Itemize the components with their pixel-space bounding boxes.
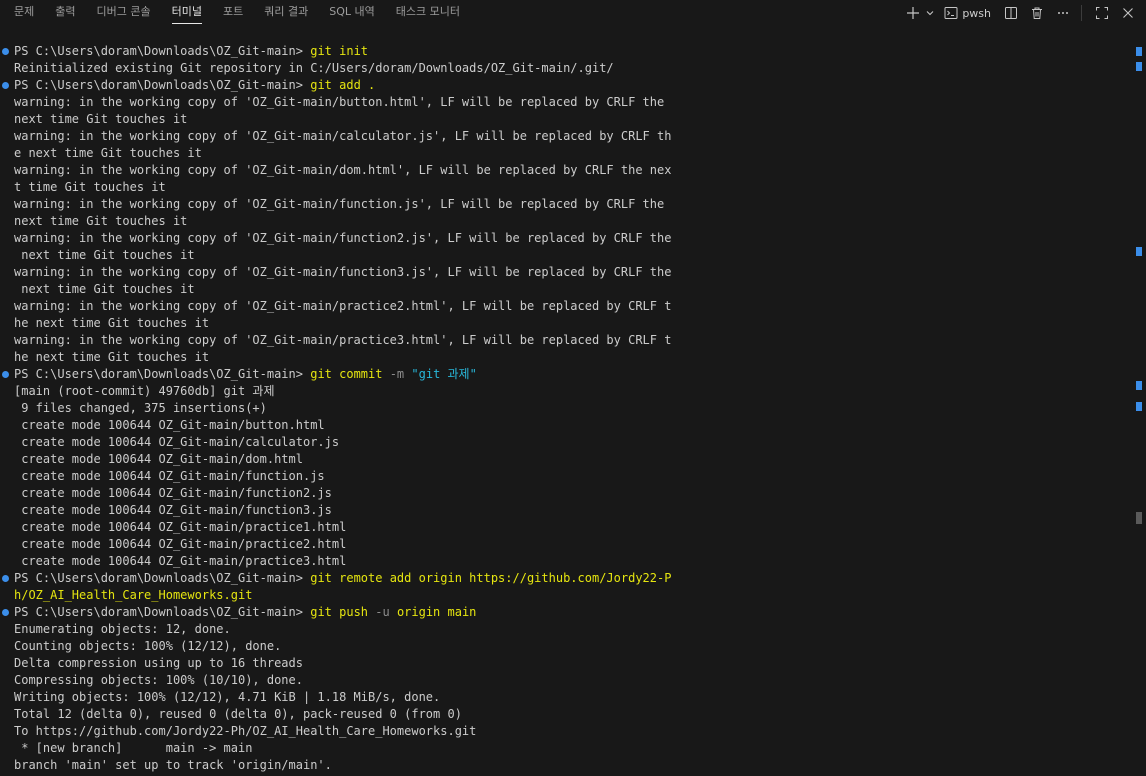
output-line: t time Git touches it: [14, 180, 166, 194]
tab-1[interactable]: 출력: [55, 0, 75, 26]
more-icon: [1058, 12, 1068, 14]
prompt-line: PS C:\Users\doram\Downloads\OZ_Git-main>…: [0, 604, 1132, 621]
output-line: warning: in the working copy of 'OZ_Git-…: [14, 197, 665, 211]
output-line: he next time Git touches it: [14, 350, 210, 364]
panel-actions: pwsh: [897, 0, 1138, 26]
output-line: create mode 100644 OZ_Git-main/function3…: [14, 503, 332, 517]
plus-icon: [907, 7, 920, 19]
command-wrap-line: h/OZ_AI_Health_Care_Homeworks.git: [14, 588, 253, 602]
output-line: create mode 100644 OZ_Git-main/function2…: [14, 486, 332, 500]
output-line: warning: in the working copy of 'OZ_Git-…: [14, 231, 672, 245]
command-token: "git 과제": [411, 367, 477, 381]
tab-2[interactable]: 디버그 콘솔: [97, 0, 151, 26]
output-line: next time Git touches it: [14, 112, 188, 126]
panel-tabs: 문제 출력 디버그 콘솔 터미널 포트 쿼리 결과 SQL 내역 태스크 모니터: [0, 0, 481, 26]
output-line: 9 files changed, 375 insertions(+): [14, 401, 267, 415]
output-line: warning: in the working copy of 'OZ_Git-…: [14, 299, 672, 313]
command-marker: [1136, 381, 1142, 390]
terminal-output[interactable]: PS C:\Users\doram\Downloads\OZ_Git-main>…: [0, 43, 1132, 776]
output-line: create mode 100644 OZ_Git-main/practice2…: [14, 537, 347, 551]
prompt-text: PS C:\Users\doram\Downloads\OZ_Git-main>: [14, 367, 311, 381]
command-decoration-icon[interactable]: [2, 48, 9, 55]
prompt-line: PS C:\Users\doram\Downloads\OZ_Git-main>…: [0, 77, 1132, 94]
tab-3[interactable]: 터미널: [171, 0, 203, 26]
kill-terminal-button[interactable]: [1027, 2, 1047, 24]
output-line: warning: in the working copy of 'OZ_Git-…: [14, 163, 672, 177]
output-line: warning: in the working copy of 'OZ_Git-…: [14, 129, 672, 143]
maximize-panel-button[interactable]: [1092, 2, 1112, 24]
close-panel-button[interactable]: [1118, 2, 1138, 24]
output-line: Enumerating objects: 12, done.: [14, 622, 231, 636]
output-line: create mode 100644 OZ_Git-main/calculato…: [14, 435, 340, 449]
chevron-down-icon: [926, 11, 934, 16]
terminal-scrollbar[interactable]: [1132, 26, 1146, 776]
tab-5[interactable]: 쿼리 결과: [264, 0, 308, 26]
output-line: Delta compression using up to 16 threads: [14, 656, 303, 670]
prompt-text: PS C:\Users\doram\Downloads\OZ_Git-main>: [14, 571, 311, 585]
command-marker: [1136, 62, 1142, 71]
output-line: create mode 100644 OZ_Git-main/button.ht…: [14, 418, 325, 432]
command-marker: [1136, 47, 1142, 56]
prompt-line: PS C:\Users\doram\Downloads\OZ_Git-main>…: [0, 43, 1132, 60]
output-line: warning: in the working copy of 'OZ_Git-…: [14, 95, 665, 109]
shell-selector-button[interactable]: pwsh: [944, 2, 991, 24]
prompt-text: PS C:\Users\doram\Downloads\OZ_Git-main>: [14, 605, 311, 619]
command-token: origin main: [396, 605, 477, 619]
output-line: next time Git touches it: [14, 282, 195, 296]
output-line: Counting objects: 100% (12/12), done.: [14, 639, 282, 653]
output-line: create mode 100644 OZ_Git-main/dom.html: [14, 452, 303, 466]
terminal-dropdown-button[interactable]: [924, 2, 936, 24]
output-line: To https://github.com/Jordy22-Ph/OZ_AI_H…: [14, 724, 477, 738]
command-token: -u: [375, 605, 397, 619]
terminal-icon: [944, 7, 958, 19]
output-line: Compressing objects: 100% (10/10), done.: [14, 673, 303, 687]
command-marker: [1136, 247, 1142, 256]
output-line: Writing objects: 100% (12/12), 4.71 KiB …: [14, 690, 441, 704]
output-line: create mode 100644 OZ_Git-main/function.…: [14, 469, 325, 483]
prompt-text: PS C:\Users\doram\Downloads\OZ_Git-main>: [14, 78, 311, 92]
split-icon: [1005, 7, 1017, 19]
scrollbar-thumb[interactable]: [1136, 512, 1142, 524]
split-terminal-button[interactable]: [1001, 2, 1021, 24]
tab-7[interactable]: 태스크 모니터: [396, 0, 460, 26]
command-token: git push: [310, 605, 376, 619]
new-terminal-button[interactable]: [903, 2, 923, 24]
close-icon: [1123, 8, 1133, 18]
more-actions-button[interactable]: [1053, 2, 1073, 24]
output-line: branch 'main' set up to track 'origin/ma…: [14, 758, 332, 772]
tab-0[interactable]: 문제: [14, 0, 34, 26]
tab-4[interactable]: 포트: [223, 0, 243, 26]
command-token: git init: [310, 44, 369, 58]
command-decoration-icon[interactable]: [2, 82, 9, 89]
output-line: * [new branch] main -> main: [14, 741, 253, 755]
output-line: next time Git touches it: [14, 248, 195, 262]
shell-label: pwsh: [962, 6, 991, 20]
command-decoration-icon[interactable]: [2, 371, 9, 378]
command-decoration-icon[interactable]: [2, 609, 9, 616]
panel-tab-bar: 문제 출력 디버그 콘솔 터미널 포트 쿼리 결과 SQL 내역 태스크 모니터 pwsh: [0, 0, 1146, 26]
toolbar-separator: [1081, 5, 1082, 21]
output-line: create mode 100644 OZ_Git-main/practice3…: [14, 554, 347, 568]
output-line: Reinitialized existing Git repository in…: [14, 61, 614, 75]
output-line: warning: in the working copy of 'OZ_Git-…: [14, 265, 672, 279]
prompt-line: PS C:\Users\doram\Downloads\OZ_Git-main>…: [0, 366, 1132, 383]
command-token: git add .: [310, 78, 376, 92]
output-line: next time Git touches it: [14, 214, 188, 228]
output-line: [main (root-commit) 49760db] git 과제: [14, 384, 275, 398]
command-token: -m: [389, 367, 412, 381]
command-decoration-icon[interactable]: [2, 575, 9, 582]
output-line: Total 12 (delta 0), reused 0 (delta 0), …: [14, 707, 462, 721]
output-line: he next time Git touches it: [14, 316, 210, 330]
tab-6[interactable]: SQL 내역: [329, 0, 375, 26]
output-line: warning: in the working copy of 'OZ_Git-…: [14, 333, 672, 347]
trash-icon: [1032, 7, 1042, 19]
command-marker: [1136, 402, 1142, 411]
prompt-line: PS C:\Users\doram\Downloads\OZ_Git-main>…: [0, 570, 1132, 587]
output-line: e next time Git touches it: [14, 146, 202, 160]
prompt-text: PS C:\Users\doram\Downloads\OZ_Git-main>: [14, 44, 311, 58]
command-token: git remote add origin https://github.com…: [310, 571, 672, 585]
maximize-icon: [1096, 7, 1108, 19]
output-line: create mode 100644 OZ_Git-main/practice1…: [14, 520, 347, 534]
command-token: git commit: [310, 367, 390, 381]
